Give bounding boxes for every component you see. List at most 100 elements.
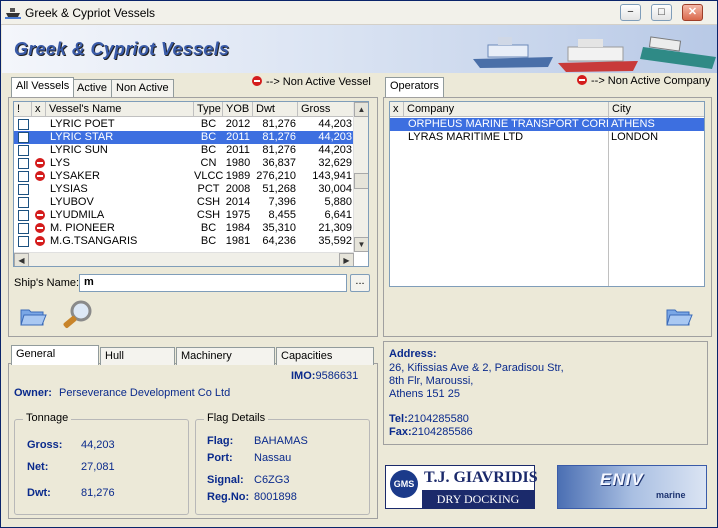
address-label: Address: bbox=[389, 348, 437, 360]
tel-label: Tel: bbox=[389, 413, 408, 425]
row-checkbox[interactable] bbox=[18, 145, 29, 156]
table-row[interactable]: LYRIC SUN BC 2011 81,276 44,203 bbox=[14, 144, 354, 157]
non-active-vessel-legend: --> Non Active Vessel bbox=[252, 76, 371, 88]
tab-non-active[interactable]: Non Active bbox=[111, 79, 174, 97]
table-row[interactable]: LYUDMILA CSH 1975 8,455 6,641 bbox=[14, 209, 354, 222]
tel-value: 2104285580 bbox=[407, 413, 469, 425]
col-header-dwt[interactable]: Dwt bbox=[253, 102, 298, 117]
scroll-up-button[interactable]: ▲ bbox=[354, 102, 368, 117]
tel-row: Tel:2104285580 bbox=[389, 413, 469, 425]
col-header-x[interactable]: x bbox=[32, 102, 46, 117]
cell-yob: 2014 bbox=[225, 196, 251, 208]
header-banner: Greek & Cypriot Vessels bbox=[2, 25, 717, 73]
table-row[interactable]: LYUBOV CSH 2014 7,396 5,880 bbox=[14, 196, 354, 209]
close-button[interactable]: ✕ bbox=[682, 4, 703, 21]
net-value: 27,081 bbox=[81, 461, 115, 473]
table-row[interactable]: M. PIONEER BC 1984 35,310 21,309 bbox=[14, 222, 354, 235]
maximize-button[interactable]: □ bbox=[651, 4, 672, 21]
cell-name: M.G.TSANGARIS bbox=[50, 235, 138, 247]
tab-general[interactable]: General bbox=[11, 345, 99, 365]
row-checkbox[interactable] bbox=[18, 223, 29, 234]
search-icon[interactable] bbox=[61, 299, 95, 331]
ships-name-browse-button[interactable]: ... bbox=[350, 274, 370, 292]
row-checkbox[interactable] bbox=[18, 210, 29, 221]
table-row[interactable]: LYRIC STAR BC 2011 81,276 44,203 bbox=[14, 131, 354, 144]
folder-open-icon[interactable] bbox=[665, 304, 693, 328]
cell-name: LYS bbox=[50, 157, 70, 169]
cell-company: ORPHEUS MARINE TRANSPORT CORP bbox=[408, 118, 608, 130]
port-label: Port: bbox=[207, 452, 233, 464]
vessels-hscroll[interactable]: ◀ ▶ bbox=[14, 252, 354, 266]
cell-type: BC bbox=[200, 235, 217, 247]
scroll-left-button[interactable]: ◀ bbox=[14, 253, 29, 266]
cell-gross: 44,203 bbox=[318, 131, 352, 143]
folder-open-icon[interactable] bbox=[19, 304, 47, 328]
cell-type: VLCC bbox=[194, 170, 223, 182]
tab-machinery[interactable]: Machinery bbox=[176, 347, 275, 365]
col-header-city[interactable]: City bbox=[609, 102, 704, 117]
col-header-gross[interactable]: Gross bbox=[298, 102, 354, 117]
tab-hull[interactable]: Hull bbox=[100, 347, 175, 365]
row-checkbox[interactable] bbox=[18, 197, 29, 208]
gross-value: 44,203 bbox=[81, 439, 115, 451]
row-checkbox[interactable] bbox=[18, 171, 29, 182]
scroll-down-button[interactable]: ▼ bbox=[354, 237, 368, 252]
table-row[interactable]: LYRIC POET BC 2012 81,276 44,203 bbox=[14, 118, 354, 131]
scroll-thumb[interactable] bbox=[354, 173, 368, 189]
scroll-right-button[interactable]: ▶ bbox=[339, 253, 354, 266]
cell-company: LYRAS MARITIME LTD bbox=[408, 131, 524, 143]
table-row[interactable]: M.G.TSANGARIS BC 1981 64,236 35,592 bbox=[14, 235, 354, 248]
cell-yob: 1984 bbox=[225, 222, 251, 234]
row-checkbox[interactable] bbox=[18, 158, 29, 169]
imo-row: IMO:9586631 bbox=[291, 370, 358, 382]
imo-value: 9586631 bbox=[315, 370, 359, 382]
row-checkbox[interactable] bbox=[18, 119, 29, 130]
table-row[interactable]: LYRAS MARITIME LTD LONDON bbox=[390, 131, 704, 144]
col-header-company[interactable]: Company bbox=[404, 102, 609, 117]
table-row[interactable]: LYSAKER VLCC 1989 276,210 143,941 bbox=[14, 170, 354, 183]
window-title: Greek & Cypriot Vessels bbox=[25, 6, 156, 20]
eniv-logo: ENIV bbox=[600, 470, 644, 489]
tab-all-vessels[interactable]: All Vessels bbox=[11, 77, 75, 97]
cell-yob: 2011 bbox=[226, 144, 250, 156]
cell-city: LONDON bbox=[611, 131, 659, 143]
col-header-vessel-name[interactable]: Vessel's Name bbox=[46, 102, 194, 117]
tab-active[interactable]: Active bbox=[72, 79, 112, 97]
ships-name-label: Ship's Name: bbox=[14, 277, 80, 289]
col-header-flag[interactable]: ! bbox=[14, 102, 32, 117]
col-header-x[interactable]: x bbox=[390, 102, 404, 117]
cell-dwt: 64,236 bbox=[262, 235, 296, 247]
tab-operators[interactable]: Operators bbox=[385, 77, 444, 97]
cell-type: BC bbox=[200, 131, 217, 143]
non-active-company-text: --> Non Active Company bbox=[591, 75, 711, 87]
col-header-type[interactable]: Type bbox=[194, 102, 223, 117]
vessels-vscroll[interactable]: ▲ ▼ bbox=[353, 102, 368, 252]
gross-label: Gross: bbox=[27, 439, 63, 451]
cell-yob: 2008 bbox=[225, 183, 251, 195]
address-line-2: 8th Flr, Maroussi, bbox=[389, 375, 474, 387]
row-checkbox[interactable] bbox=[18, 184, 29, 195]
ships-name-input[interactable]: m bbox=[79, 274, 347, 292]
cell-name: LYUDMILA bbox=[50, 209, 105, 221]
col-header-yob[interactable]: YOB bbox=[223, 102, 253, 117]
cell-yob: 2011 bbox=[226, 131, 250, 143]
tab-capacities[interactable]: Capacities bbox=[276, 347, 374, 365]
row-checkbox[interactable] bbox=[18, 132, 29, 143]
cell-name: LYSIAS bbox=[50, 183, 88, 195]
address-line-3: Athens 151 25 bbox=[389, 388, 460, 400]
giavridis-ad[interactable]: GMS T.J. GIAVRIDIS DRY DOCKING bbox=[385, 465, 538, 509]
signal-label: Signal: bbox=[207, 474, 244, 486]
main-window: Greek & Cypriot Vessels − □ ✕ Greek & Cy… bbox=[0, 0, 718, 528]
cell-type: BC bbox=[200, 118, 217, 130]
table-row[interactable]: ORPHEUS MARINE TRANSPORT CORP ATHENS bbox=[390, 118, 704, 131]
eniv-ad[interactable]: ENIV marine bbox=[557, 465, 707, 509]
cell-type: CSH bbox=[196, 209, 221, 221]
table-row[interactable]: LYS CN 1980 36,837 32,629 bbox=[14, 157, 354, 170]
cell-gross: 44,203 bbox=[318, 144, 352, 156]
cell-type: CSH bbox=[196, 196, 221, 208]
minimize-button[interactable]: − bbox=[620, 4, 641, 21]
cell-gross: 143,941 bbox=[312, 170, 352, 182]
row-checkbox[interactable] bbox=[18, 236, 29, 247]
table-row[interactable]: LYSIAS PCT 2008 51,268 30,004 bbox=[14, 183, 354, 196]
non-active-vessel-text: --> Non Active Vessel bbox=[266, 76, 371, 88]
